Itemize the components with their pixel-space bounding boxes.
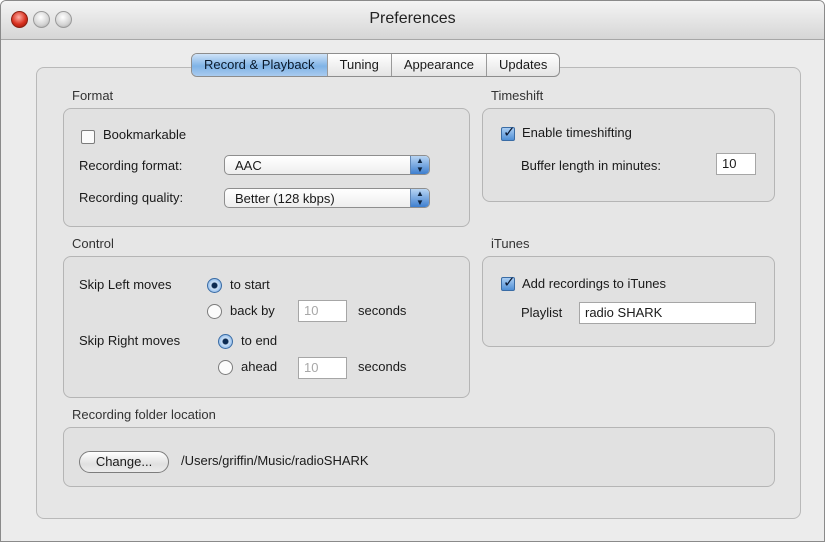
tab-appearance[interactable]: Appearance: [392, 54, 487, 76]
buffer-length-field[interactable]: 10: [716, 153, 756, 175]
ahead-label: ahead: [241, 359, 278, 374]
folder-group: [63, 427, 775, 487]
tab-updates[interactable]: Updates: [487, 54, 559, 76]
preferences-window: Preferences Record & Playback Tuning App…: [0, 0, 825, 542]
skip-right-label: Skip Right moves: [79, 333, 181, 348]
skip-right-to-end-radio[interactable]: [218, 334, 233, 349]
checkmark-icon: ✓: [503, 124, 516, 141]
add-to-itunes-checkbox[interactable]: ✓: [501, 274, 516, 291]
change-folder-button[interactable]: Change...: [79, 451, 169, 473]
skip-left-back-by-radio[interactable]: [207, 304, 222, 319]
window-title: Preferences: [369, 10, 456, 27]
folder-path: /Users/griffin/Music/radioSHARK: [181, 453, 369, 468]
tab-bar: Record & Playback Tuning Appearance Upda…: [191, 53, 561, 77]
tab-record-playback[interactable]: Record & Playback: [192, 54, 328, 76]
recording-quality-value: Better (128 kbps): [235, 191, 335, 206]
recording-format-popup[interactable]: AAC ▲ ▼: [224, 155, 430, 175]
ahead-seconds-unit: seconds: [358, 359, 407, 374]
enable-timeshifting-checkbox[interactable]: ✓: [501, 124, 516, 141]
recording-quality-label: Recording quality:: [79, 190, 184, 205]
back-by-label: back by: [230, 303, 275, 318]
itunes-section-label: iTunes: [491, 236, 530, 251]
skip-right-ahead-radio[interactable]: [218, 360, 233, 375]
tab-tuning[interactable]: Tuning: [328, 54, 392, 76]
popup-arrows-icon: ▲ ▼: [410, 189, 429, 207]
format-section-label: Format: [72, 88, 114, 103]
skip-left-to-start-radio[interactable]: [207, 278, 222, 293]
recording-format-value: AAC: [235, 158, 262, 173]
ahead-seconds-field[interactable]: 10: [298, 357, 347, 379]
bookmarkable-checkbox[interactable]: [81, 130, 95, 144]
title-bar[interactable]: Preferences: [1, 1, 824, 40]
recording-format-label: Recording format:: [79, 158, 183, 173]
folder-section-label: Recording folder location: [72, 407, 216, 422]
playlist-label: Playlist: [521, 305, 563, 320]
buffer-length-label: Buffer length in minutes:: [521, 158, 661, 173]
back-by-seconds-unit: seconds: [358, 303, 407, 318]
add-to-itunes-label: Add recordings to iTunes: [522, 276, 667, 291]
timeshift-section-label: Timeshift: [491, 88, 544, 103]
popup-arrows-icon: ▲ ▼: [410, 156, 429, 174]
recording-quality-popup[interactable]: Better (128 kbps) ▲ ▼: [224, 188, 430, 208]
skip-left-label: Skip Left moves: [79, 277, 172, 292]
control-section-label: Control: [72, 236, 114, 251]
to-end-label: to end: [241, 333, 278, 348]
checkmark-icon: ✓: [503, 274, 516, 291]
enable-timeshifting-label: Enable timeshifting: [522, 125, 632, 140]
playlist-field[interactable]: radio SHARK: [579, 302, 756, 324]
bookmarkable-label: Bookmarkable: [103, 127, 187, 142]
back-by-seconds-field[interactable]: 10: [298, 300, 347, 322]
to-start-label: to start: [230, 277, 270, 292]
